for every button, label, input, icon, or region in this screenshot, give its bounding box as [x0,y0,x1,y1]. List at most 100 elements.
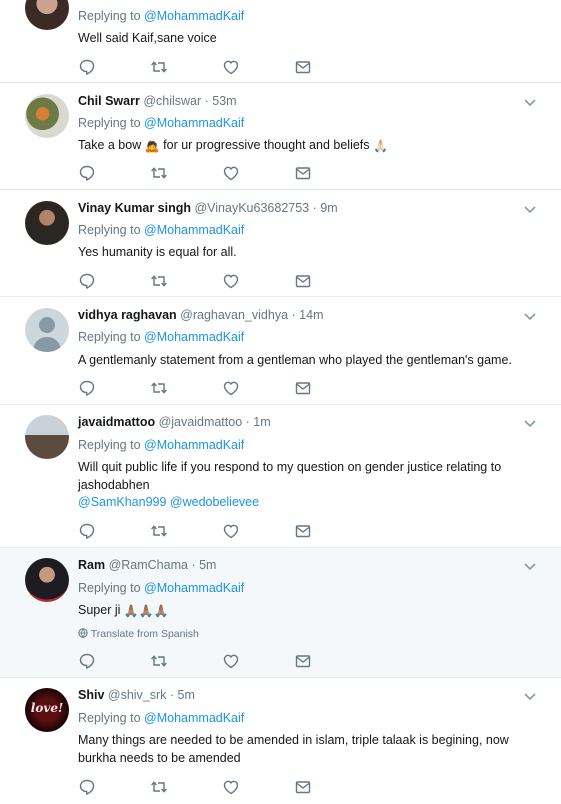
reply-icon[interactable] [78,58,96,76]
display-name[interactable]: Shiv [78,688,104,702]
reply-icon[interactable] [78,652,96,670]
chevron-down-icon[interactable] [523,311,537,321]
replying-to: Replying to @MohammadKaif [78,330,244,344]
reply-to-mention[interactable]: @MohammadKaif [144,330,244,344]
timestamp[interactable]: · 14m [292,308,324,322]
replying-to: Replying to @MohammadKaif [78,581,244,595]
reply-icon[interactable] [78,164,96,182]
chevron-down-icon[interactable] [523,691,537,701]
chevron-down-icon[interactable] [523,418,537,428]
chevron-down-icon[interactable] [523,561,537,571]
dm-icon[interactable] [294,379,312,397]
reply-icon[interactable] [78,522,96,540]
translate-label[interactable]: Translate from Spanish [91,628,199,640]
replying-to-label: Replying to [78,581,141,595]
tweet-text-part: for ur progressive thought and beliefs [159,138,373,152]
timestamp[interactable]: · 1m [246,415,271,429]
like-icon[interactable] [222,778,240,796]
display-name[interactable]: Ram [78,558,105,572]
like-icon[interactable] [222,379,240,397]
retweet-icon[interactable] [150,652,168,670]
retweet-icon[interactable] [150,272,168,290]
timestamp[interactable]: · 5m [170,688,195,702]
display-name[interactable]: vidhya raghavan [78,308,177,322]
reply-to-mention[interactable]: @MohammadKaif [144,9,244,23]
user-handle[interactable]: @VinayKu63682753 [194,201,309,215]
replying-to-label: Replying to [78,711,141,725]
tweet-text: Take a bow 🙇 for ur progressive thought … [78,136,538,155]
tweet-text-part: Take a bow [78,138,145,152]
tweet[interactable]: Vinay Kumar singh @VinayKu63682753 · 9m … [0,190,561,297]
tweet-text: A gentlemanly statement from a gentleman… [78,353,512,367]
like-icon[interactable] [222,164,240,182]
tweet-text-part: Super ji [78,603,124,617]
avatar[interactable] [25,201,69,245]
timestamp[interactable]: · 9m [313,201,338,215]
retweet-icon[interactable] [150,164,168,182]
tweet[interactable]: vidhya raghavan @raghavan_vidhya · 14m R… [0,297,561,405]
translate-link[interactable]: Translate from Spanish [78,628,199,640]
reply-icon[interactable] [78,272,96,290]
user-handle[interactable]: @chilswar [143,94,201,108]
timestamp[interactable]: · 5m [191,558,216,572]
retweet-icon[interactable] [150,778,168,796]
tweet[interactable]: Ram @RamChama · 5m Replying to @Mohammad… [0,548,561,678]
dm-icon[interactable] [294,58,312,76]
reply-to-mention[interactable]: @MohammadKaif [144,116,244,130]
retweet-icon[interactable] [150,58,168,76]
tweet-actions [78,164,318,182]
retweet-icon[interactable] [150,379,168,397]
dm-icon[interactable] [294,164,312,182]
like-icon[interactable] [222,652,240,670]
dm-icon[interactable] [294,522,312,540]
dm-icon[interactable] [294,272,312,290]
folded-hands-emoji: 🙏🏻 [373,139,388,153]
tweet[interactable]: Replying to @MohammadKaif Well said Kaif… [0,0,561,83]
dm-icon[interactable] [294,778,312,796]
avatar[interactable] [25,94,69,138]
folded-hands-emoji: 🙏🏽🙏🏽🙏🏽 [123,604,169,618]
tweet-actions [78,522,318,540]
replying-to: Replying to @MohammadKaif [78,9,244,23]
like-icon[interactable] [222,272,240,290]
avatar[interactable] [25,0,69,30]
user-handle[interactable]: @javaidmattoo [159,415,243,429]
like-icon[interactable] [222,522,240,540]
chevron-down-icon[interactable] [523,97,537,107]
avatar[interactable] [25,558,69,602]
chevron-down-icon[interactable] [523,204,537,214]
tweet[interactable]: javaidmattoo @javaidmattoo · 1m Replying… [0,405,561,548]
replying-to-label: Replying to [78,438,141,452]
retweet-icon[interactable] [150,522,168,540]
avatar[interactable]: love! [25,688,69,732]
user-handle[interactable]: @RamChama [109,558,188,572]
dm-icon[interactable] [294,652,312,670]
user-handle[interactable]: @shiv_srk [108,688,167,702]
replying-to-label: Replying to [78,9,141,23]
like-icon[interactable] [222,58,240,76]
default-user-icon [33,317,61,352]
reply-to-mention[interactable]: @MohammadKaif [144,581,244,595]
reply-to-mention[interactable]: @MohammadKaif [144,438,244,452]
default-avatar[interactable] [25,308,69,352]
replying-to-label: Replying to [78,330,141,344]
reply-icon[interactable] [78,379,96,397]
reply-to-mention[interactable]: @MohammadKaif [144,223,244,237]
reply-icon[interactable] [78,778,96,796]
tweet[interactable]: love! Shiv @shiv_srk · 5m Replying to @M… [0,678,561,804]
display-name[interactable]: Chil Swarr [78,94,140,108]
tweet-text: Many things are needed to be amended in … [78,733,509,765]
user-handle[interactable]: @raghavan_vidhya [180,308,288,322]
tweet[interactable]: Chil Swarr @chilswar · 53m Replying to @… [0,83,561,190]
tweet-text: Yes humanity is equal for all. [78,245,237,259]
reply-to-mention[interactable]: @MohammadKaif [144,711,244,725]
avatar[interactable] [25,415,69,459]
tweet-actions [78,652,318,670]
timestamp[interactable]: · 53m [205,94,237,108]
display-name[interactable]: javaidmattoo [78,415,155,429]
tweet-header: Chil Swarr @chilswar · 53m [78,94,237,108]
avatar-text: love! [30,701,64,715]
tweet-header: Shiv @shiv_srk · 5m [78,688,195,702]
mention-links[interactable]: @SamKhan999 @wedobelievee [78,495,259,509]
display-name[interactable]: Vinay Kumar singh [78,201,191,215]
